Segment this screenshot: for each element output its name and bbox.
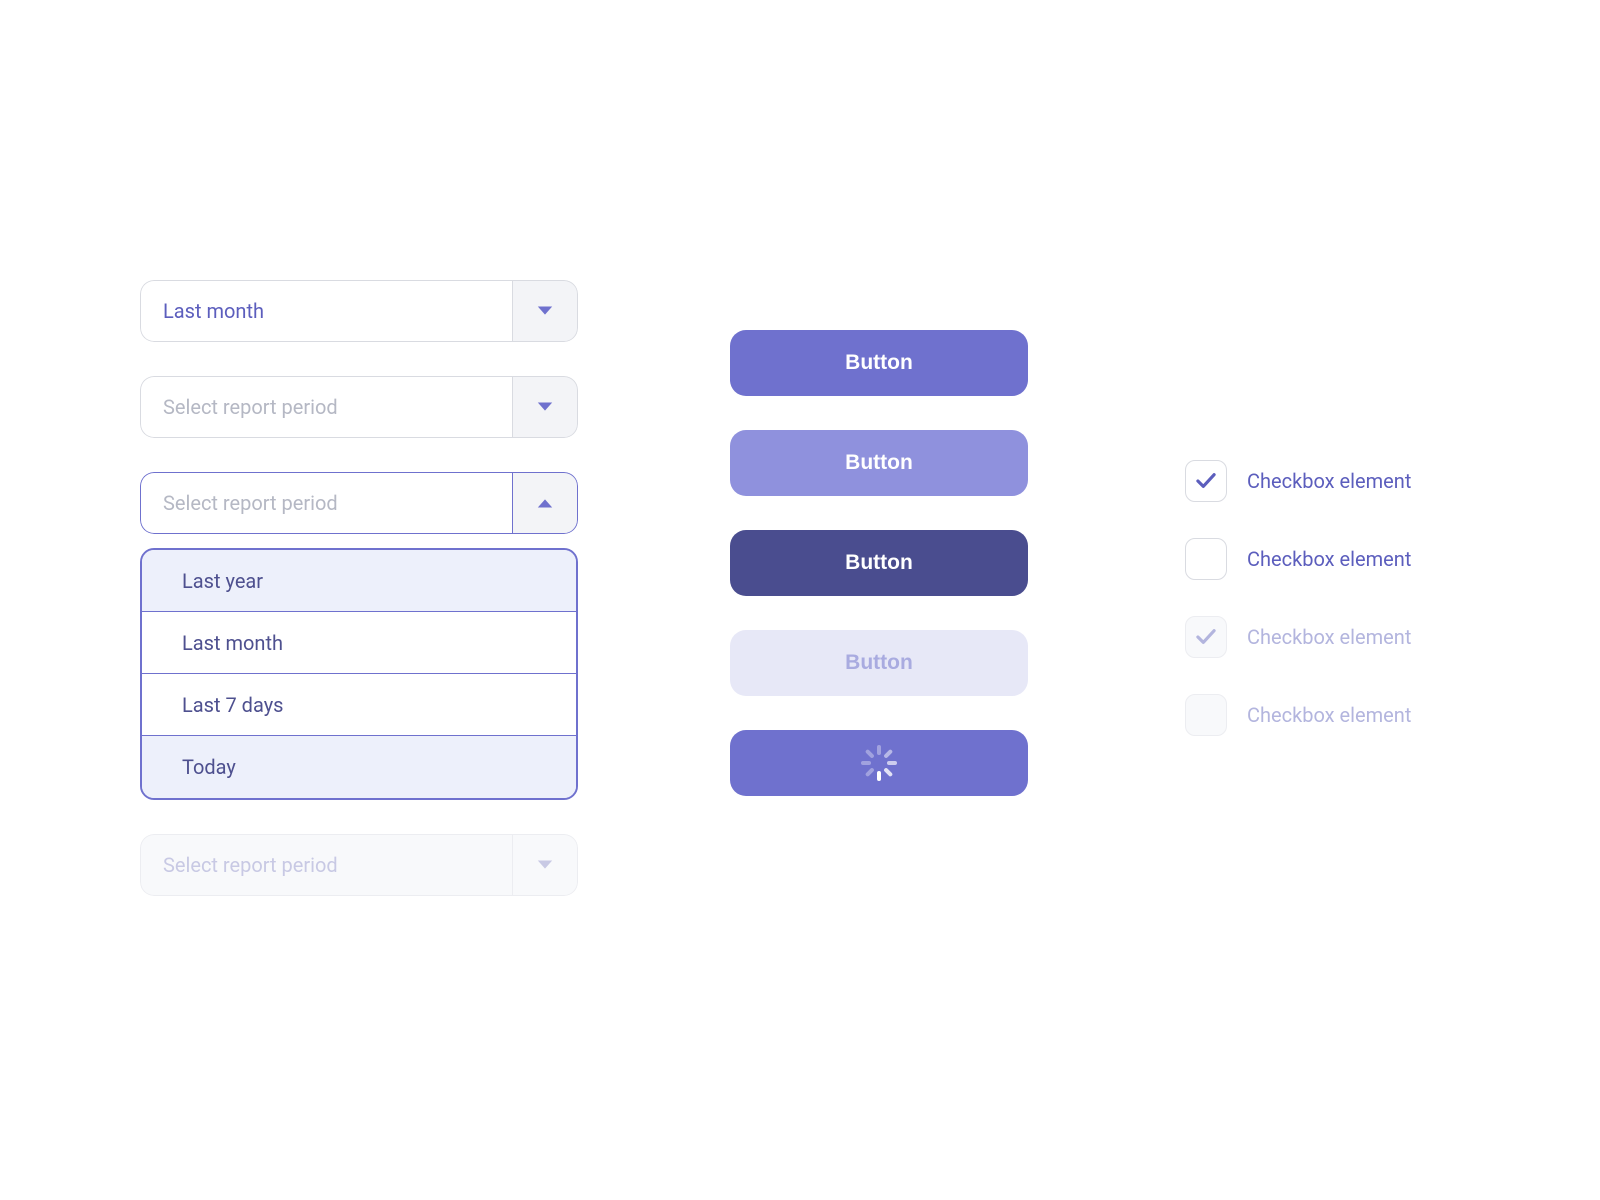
checkbox-label: Checkbox element [1247, 703, 1411, 727]
select-field: Select report period [140, 834, 512, 896]
checkbox-row: Checkbox element [1185, 694, 1411, 736]
checkbox-label: Checkbox element [1247, 625, 1411, 649]
caret-down-icon [536, 304, 554, 318]
checkbox-row: Checkbox element [1185, 616, 1411, 658]
select-option[interactable]: Last 7 days [142, 674, 576, 736]
select-option[interactable]: Last year [142, 550, 576, 612]
checkbox-row: Checkbox element [1185, 538, 1411, 580]
caret-down-icon [536, 858, 554, 872]
checkbox-checked[interactable] [1185, 460, 1227, 502]
report-period-select-empty[interactable]: Select report period [140, 376, 578, 438]
report-period-select-filled[interactable]: Last month [140, 280, 578, 342]
select-value: Last month [163, 299, 264, 323]
select-option[interactable]: Today [142, 736, 576, 798]
primary-button[interactable]: Button [730, 330, 1028, 396]
primary-button-disabled: Button [730, 630, 1028, 696]
report-period-select-disabled: Select report period [140, 834, 578, 896]
select-toggle[interactable] [512, 472, 578, 534]
check-icon [1195, 472, 1217, 490]
checkbox-checked-disabled [1185, 616, 1227, 658]
dropdown-showcase: Last month Select report period Select r… [140, 280, 578, 896]
caret-down-icon [536, 400, 554, 414]
primary-button-loading [730, 730, 1028, 796]
select-toggle[interactable] [512, 376, 578, 438]
report-period-select-open[interactable]: Select report period [140, 472, 578, 534]
select-field: Select report period [140, 376, 512, 438]
checkbox-label: Checkbox element [1247, 547, 1411, 571]
select-placeholder: Select report period [163, 853, 338, 877]
spinner-icon [861, 745, 897, 781]
checkbox-row: Checkbox element [1185, 460, 1411, 502]
select-placeholder: Select report period [163, 491, 338, 515]
report-period-select-open-group: Select report period Last year Last mont… [140, 472, 578, 800]
select-field: Select report period [140, 472, 512, 534]
select-placeholder: Select report period [163, 395, 338, 419]
checkbox-label: Checkbox element [1247, 469, 1411, 493]
checkbox-showcase: Checkbox element Checkbox element Checkb… [1185, 460, 1411, 736]
select-option[interactable]: Last month [142, 612, 576, 674]
caret-up-icon [536, 496, 554, 510]
primary-button-pressed[interactable]: Button [730, 530, 1028, 596]
button-showcase: Button Button Button Button [730, 330, 1028, 796]
primary-button-hover[interactable]: Button [730, 430, 1028, 496]
checkbox-unchecked[interactable] [1185, 538, 1227, 580]
select-options-panel: Last year Last month Last 7 days Today [140, 548, 578, 800]
select-toggle [512, 834, 578, 896]
checkbox-unchecked-disabled [1185, 694, 1227, 736]
select-toggle[interactable] [512, 280, 578, 342]
select-field: Last month [140, 280, 512, 342]
check-icon [1195, 628, 1217, 646]
